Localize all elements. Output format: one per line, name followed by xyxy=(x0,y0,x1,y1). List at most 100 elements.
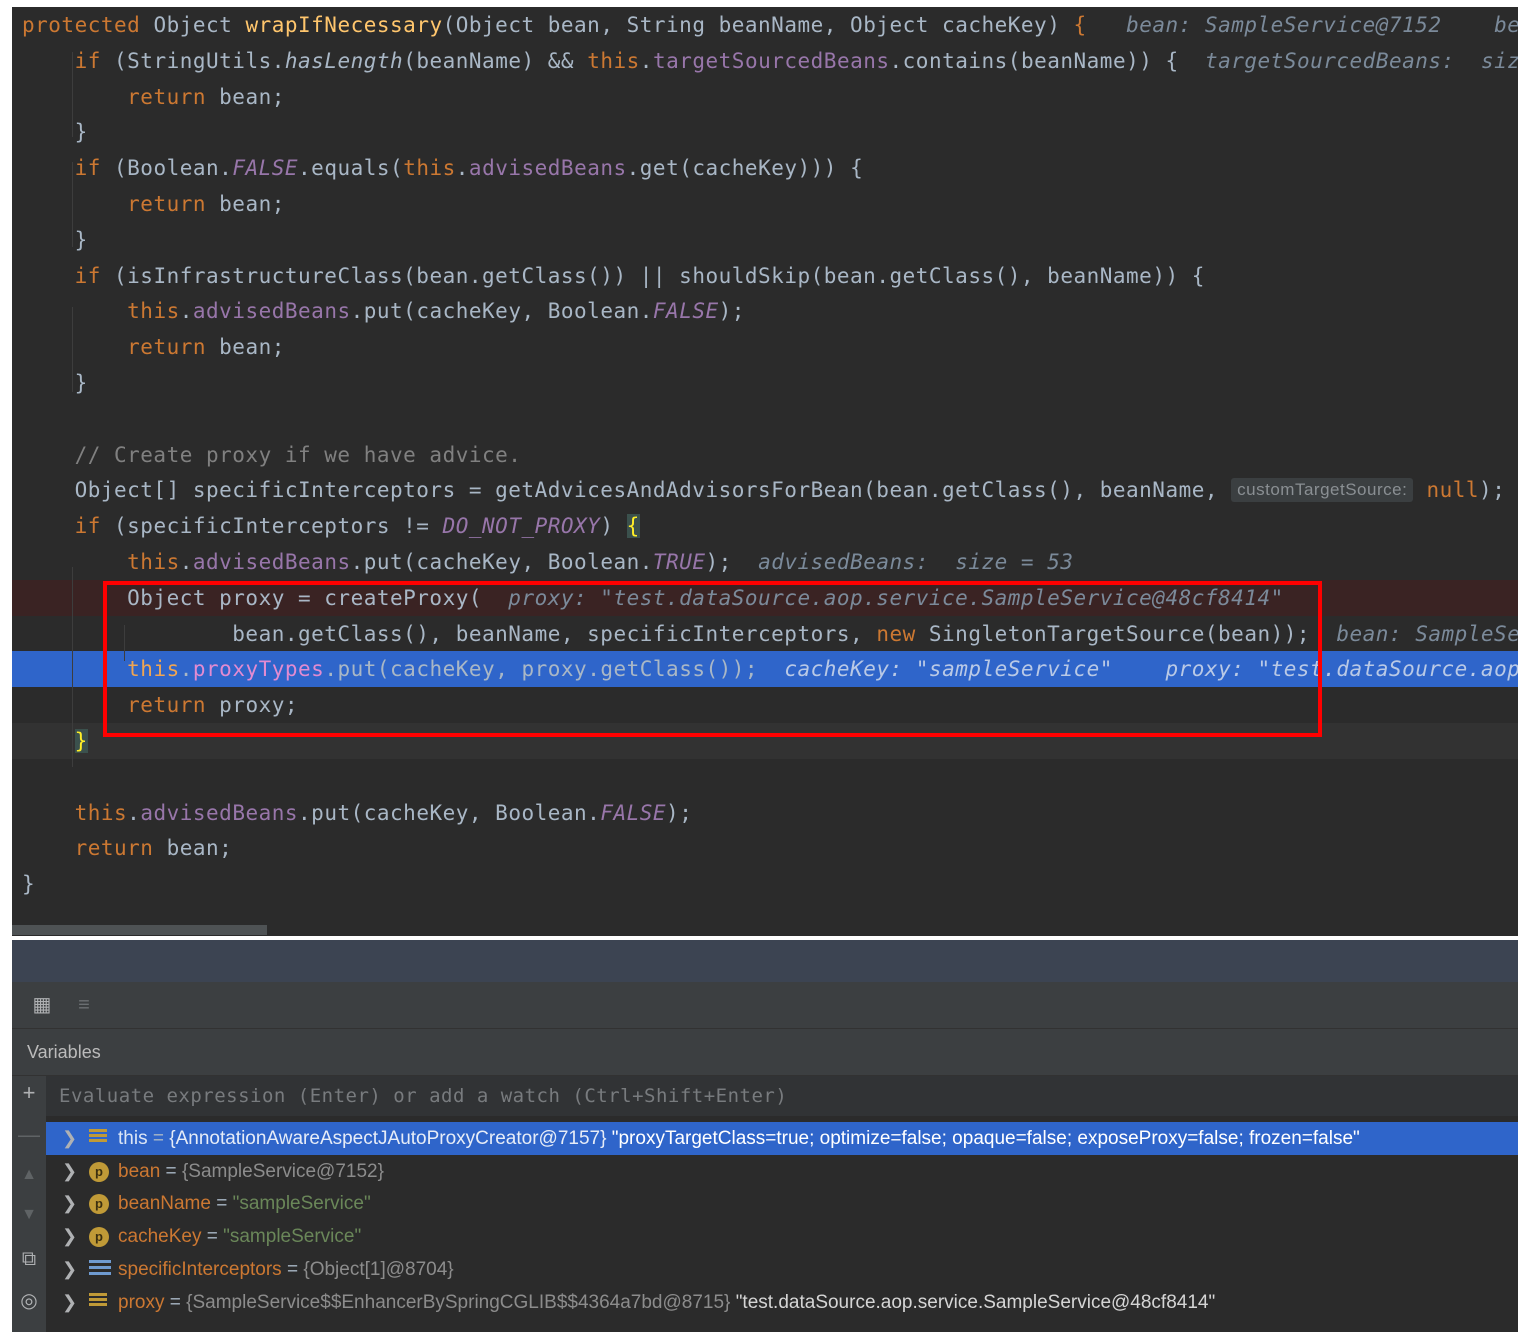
code-token: if xyxy=(74,48,101,73)
indent-guide xyxy=(72,307,73,392)
code-token: . xyxy=(455,156,469,181)
code-line[interactable]: if (specificInterceptors != DO_NOT_PROXY… xyxy=(12,508,1518,544)
expand-chevron-icon[interactable]: ❯ xyxy=(62,1253,77,1286)
code-token: FALSE xyxy=(600,800,667,825)
code-line[interactable]: return proxy; xyxy=(12,687,1518,723)
code-token: ); xyxy=(718,299,745,324)
scrollbar-thumb[interactable] xyxy=(12,925,267,935)
code-line[interactable]: protected Object wrapIfNecessary(Object … xyxy=(12,7,1518,43)
code-text: } xyxy=(22,114,88,150)
variable-text: proxy = {SampleService$$EnhancerBySpring… xyxy=(118,1286,1215,1319)
variable-reference: {SampleService$$EnhancerBySpringCGLIB$$4… xyxy=(186,1291,731,1313)
variable-row[interactable]: ❯ proxy = {SampleService$$EnhancerBySprin… xyxy=(46,1286,1518,1319)
variable-row[interactable]: ❯ this = {AnnotationAwareAspectJAutoProxy… xyxy=(46,1122,1518,1155)
expand-chevron-icon[interactable]: ❯ xyxy=(62,1286,77,1319)
move-down-icon[interactable]: ▼ xyxy=(12,1206,46,1224)
variable-name: proxy xyxy=(118,1291,165,1313)
variable-row[interactable]: ❯ p cacheKey = "sampleService" xyxy=(46,1220,1518,1253)
code-line[interactable]: Object proxy = createProxy( proxy: "test… xyxy=(12,579,1518,616)
indent-guide xyxy=(72,567,73,767)
code-token: return xyxy=(127,84,207,109)
code-text: if (isInfrastructureClass(bean.getClass(… xyxy=(22,258,1205,294)
code-line[interactable]: if (isInfrastructureClass(bean.getClass(… xyxy=(12,258,1518,294)
code-token: return xyxy=(74,836,154,861)
code-token: .put(cacheKey, proxy.getClass()); xyxy=(324,657,759,682)
variable-row[interactable]: ❯ p beanName = "sampleService" xyxy=(46,1187,1518,1220)
table-view-icon[interactable]: ▦ xyxy=(30,993,54,1017)
code-line[interactable]: this.advisedBeans.put(cacheKey, Boolean.… xyxy=(12,544,1518,580)
code-line[interactable]: // Create proxy if we have advice. xyxy=(12,437,1518,473)
code-token: .equals( xyxy=(298,156,404,181)
code-token: ); xyxy=(666,800,693,825)
code-token: Object proxy = createProxy( xyxy=(22,585,483,610)
code-line[interactable]: } xyxy=(12,365,1518,401)
variable-reference: {Object[1]@8704} xyxy=(303,1258,454,1280)
expand-chevron-icon[interactable]: ❯ xyxy=(62,1122,77,1155)
code-text: this.proxyTypes.put(cacheKey, proxy.getC… xyxy=(22,651,1518,687)
code-line[interactable]: this.advisedBeans.put(cacheKey, Boolean.… xyxy=(12,795,1518,831)
variable-text: specificInterceptors = {Object[1]@8704} xyxy=(118,1253,454,1286)
variable-reference: {SampleService@7152} xyxy=(181,1160,384,1182)
code-token: bean.getClass(), beanName, specificInter… xyxy=(22,621,877,646)
variable-name: this xyxy=(118,1128,148,1149)
move-up-icon[interactable]: ▲ xyxy=(12,1166,46,1184)
variable-text: beanName = "sampleService" xyxy=(118,1187,371,1220)
code-line[interactable]: Object[] specificInterceptors = getAdvic… xyxy=(12,472,1518,508)
copy-icon[interactable]: ⧉ xyxy=(12,1248,46,1271)
code-line[interactable]: return bean; xyxy=(12,186,1518,222)
indent-guide xyxy=(72,162,73,247)
code-line[interactable]: this.proxyTypes.put(cacheKey, proxy.getC… xyxy=(12,651,1518,688)
code-line[interactable]: bean.getClass(), beanName, specificInter… xyxy=(12,616,1518,652)
code-line[interactable]: this.advisedBeans.put(cacheKey, Boolean.… xyxy=(12,293,1518,329)
add-icon[interactable]: + xyxy=(12,1080,46,1106)
expand-chevron-icon[interactable]: ❯ xyxy=(62,1187,77,1220)
code-token: this xyxy=(127,550,180,574)
list-view-icon[interactable]: ≡ xyxy=(72,993,96,1017)
code-line[interactable]: if (StringUtils.hasLength(beanName) && t… xyxy=(12,43,1518,79)
watch-icon[interactable]: ◎ xyxy=(12,1288,46,1313)
expand-chevron-icon[interactable]: ❯ xyxy=(62,1220,77,1253)
evaluate-expression-input[interactable] xyxy=(59,1082,1499,1110)
code-token: wrapIfNecessary xyxy=(245,13,443,37)
code-token: .get(cacheKey))) { xyxy=(626,156,864,181)
code-token: advisedBeans xyxy=(468,156,627,181)
variable-row[interactable]: ❯ specificInterceptors = {Object[1]@8704} xyxy=(46,1253,1518,1286)
code-line[interactable]: return bean; xyxy=(12,329,1518,365)
expand-chevron-icon[interactable]: ❯ xyxy=(62,1155,77,1188)
inline-debug-value: proxy: "test.dataSource.aop.service.Samp… xyxy=(482,585,1284,610)
code-token: // Create proxy if we have advice. xyxy=(22,442,522,467)
code-token: (specificInterceptors != xyxy=(100,514,443,539)
code-text: this.advisedBeans.put(cacheKey, Boolean.… xyxy=(22,795,692,831)
code-token: . xyxy=(639,48,653,73)
code-line[interactable]: } xyxy=(12,866,1518,902)
inline-debug-value: bean: SampleService@7152 bean xyxy=(1086,13,1518,37)
inline-debug-value: targetSourcedBeans: size xyxy=(1178,48,1518,73)
code-line[interactable] xyxy=(12,401,1518,437)
code-token: . xyxy=(127,800,141,825)
code-line[interactable]: } xyxy=(12,114,1518,150)
code-token: proxy; xyxy=(206,693,299,718)
code-token: TRUE xyxy=(652,550,706,574)
code-line[interactable]: return bean; xyxy=(12,79,1518,115)
panel-splitter[interactable] xyxy=(12,940,1518,982)
code-token: DO_NOT_PROXY xyxy=(442,514,601,539)
code-token: return xyxy=(127,335,207,360)
code-token: (Object bean, String beanName, Object ca… xyxy=(442,13,1074,37)
code-line[interactable]: } xyxy=(12,222,1518,258)
variable-row[interactable]: ❯ p bean = {SampleService@7152} xyxy=(46,1155,1518,1188)
code-line[interactable]: if (Boolean.FALSE.equals(this.advisedBea… xyxy=(12,150,1518,186)
code-line[interactable]: return bean; xyxy=(12,830,1518,866)
code-token: if xyxy=(74,156,101,181)
code-token: .contains(beanName)) { xyxy=(889,48,1179,73)
equals-sign: = xyxy=(201,1226,224,1248)
code-text: return bean; xyxy=(22,79,285,115)
code-line[interactable] xyxy=(12,759,1518,795)
remove-icon[interactable]: — xyxy=(12,1122,46,1148)
code-token: { xyxy=(1073,13,1087,37)
code-token: ) xyxy=(600,514,627,539)
code-line[interactable]: } xyxy=(12,723,1518,759)
code-editor[interactable]: protected Object wrapIfNecessary(Object … xyxy=(12,7,1518,932)
